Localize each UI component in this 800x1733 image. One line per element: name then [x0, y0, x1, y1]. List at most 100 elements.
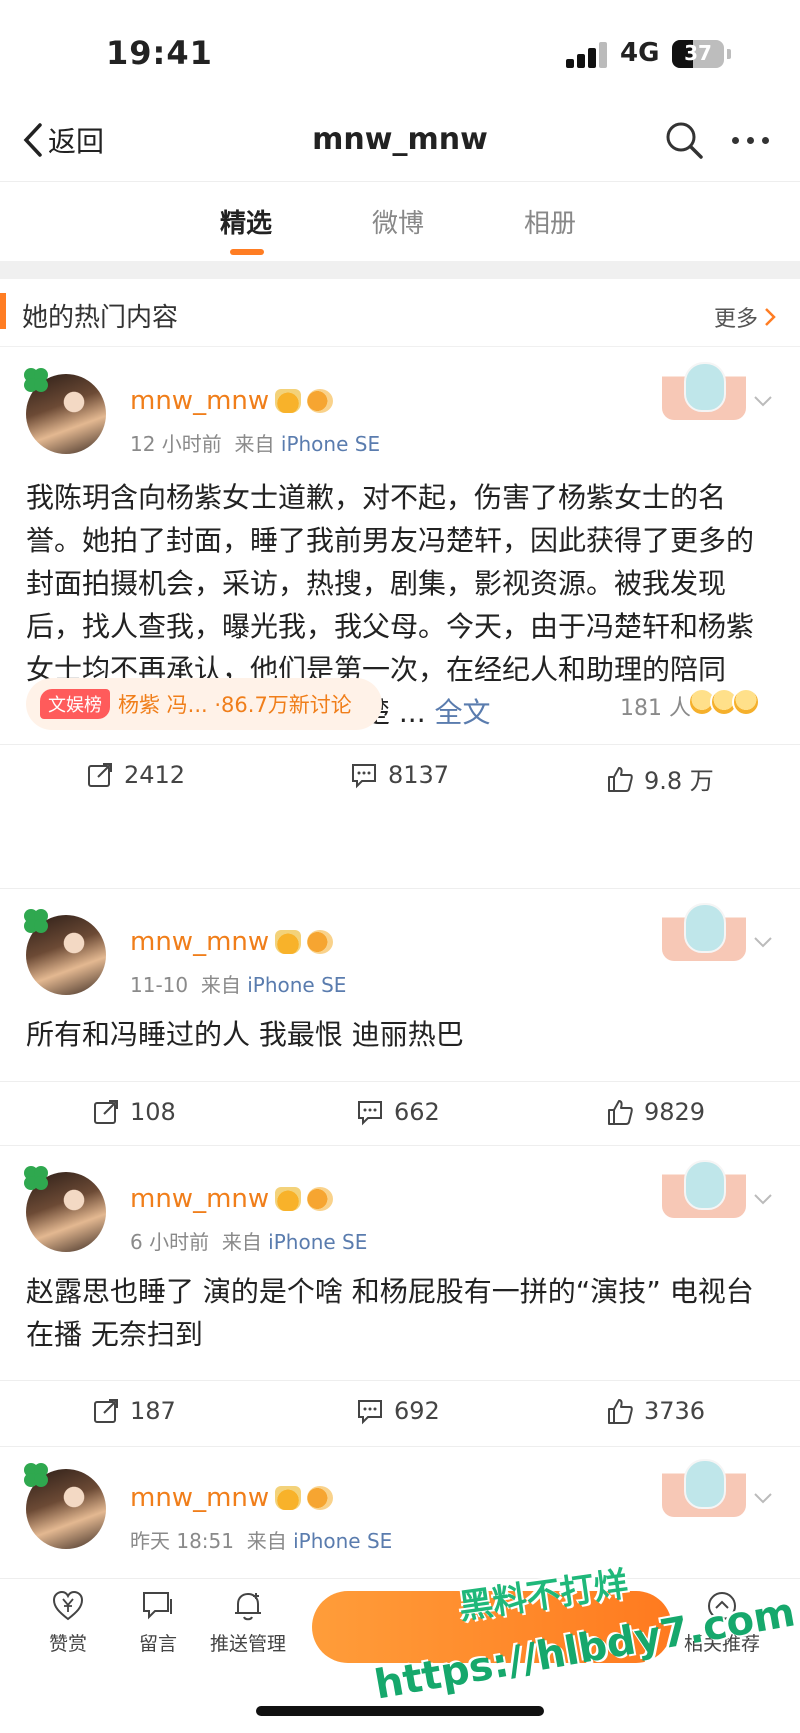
bunny-sticker-icon	[662, 1455, 746, 1517]
bunny-sticker-icon	[662, 899, 746, 961]
reaction-emojis-icon	[688, 688, 760, 716]
crown-badge-icon	[275, 389, 302, 413]
repost-button[interactable]: 2412	[86, 761, 185, 789]
reaction-count: 181 人	[620, 696, 691, 721]
chevron-down-icon[interactable]	[752, 1188, 774, 1210]
post-card[interactable]: mnw_mnw 昨天 18:51 来自 iPhone SE	[0, 1447, 800, 1578]
tab-featured[interactable]: 精选	[220, 203, 272, 240]
post-card[interactable]: mnw_mnw 6 小时前 来自 iPhone SE 赵露思也睡了 演的是个啥 …	[0, 1146, 800, 1446]
more-link[interactable]: 更多	[714, 301, 776, 333]
username-text: mnw_mnw	[130, 386, 270, 416]
post-text: 赵露思也睡了 演的是个啥 和杨屁股有一拼的“演技” 电视台在播 无奈扫到	[26, 1270, 774, 1356]
tab-album[interactable]: 相册	[524, 203, 576, 240]
push-settings-button[interactable]: 推送管理	[198, 1589, 298, 1656]
message-icon	[143, 1592, 172, 1620]
post-source: iPhone SE	[280, 432, 381, 456]
comment-button[interactable]: 8137	[350, 761, 449, 789]
thumbs-up-icon	[608, 1399, 633, 1424]
thumbs-up-icon	[608, 1100, 633, 1125]
profile-tabs: 精选 微博 相册	[0, 183, 800, 261]
post-card[interactable]: mnw_mnw 12 小时前 来自 iPhone SE 我陈玥含向杨紫女士道歉，…	[0, 348, 800, 888]
avatar[interactable]	[24, 1463, 106, 1549]
more-label: 更多	[713, 307, 758, 332]
chevron-down-icon[interactable]	[752, 390, 774, 412]
username-text: mnw_mnw	[130, 927, 270, 957]
hot-tag: 文娱榜	[40, 689, 110, 719]
fish-badge-icon	[307, 389, 334, 413]
clover-icon	[24, 368, 48, 392]
message-button[interactable]: 留言	[108, 1589, 208, 1656]
from-label: 来自	[200, 973, 241, 997]
network-type: 4G	[620, 38, 660, 68]
bunny-sticker-icon	[662, 1156, 746, 1218]
comment-button[interactable]: 662	[356, 1098, 440, 1126]
crown-badge-icon	[275, 930, 302, 954]
username[interactable]: mnw_mnw	[130, 927, 334, 957]
like-button[interactable]: 3736	[606, 1397, 705, 1425]
home-indicator	[256, 1706, 544, 1716]
like-count: 9.8 万	[644, 767, 714, 795]
comment-button[interactable]: 692	[356, 1397, 440, 1425]
comment-icon	[352, 764, 376, 789]
active-tab-indicator	[230, 249, 264, 255]
chevron-down-icon[interactable]	[752, 1487, 774, 1509]
repost-count: 2412	[124, 761, 186, 789]
comment-count: 662	[394, 1098, 440, 1126]
message-label: 留言	[138, 1633, 177, 1655]
username-text: mnw_mnw	[130, 1483, 270, 1513]
post-meta: 11-10 来自 iPhone SE	[130, 969, 346, 998]
post-time: 12 小时前	[130, 432, 222, 456]
from-label: 来自	[221, 1230, 262, 1254]
post-meta: 昨天 18:51 来自 iPhone SE	[130, 1525, 392, 1554]
action-bar: 108 662 9829	[0, 1081, 800, 1145]
repost-button[interactable]: 187	[92, 1397, 176, 1425]
repost-button[interactable]: 108	[92, 1098, 176, 1126]
username-text: mnw_mnw	[130, 1184, 270, 1214]
username[interactable]: mnw_mnw	[130, 1483, 334, 1513]
bunny-sticker-icon	[662, 358, 746, 420]
post-source: iPhone SE	[293, 1529, 393, 1553]
hot-topic-pill[interactable]: 文娱榜 杨紫 冯... ·86.7万新讨论	[26, 678, 382, 730]
search-icon[interactable]	[664, 120, 704, 160]
like-count: 3736	[644, 1397, 706, 1425]
from-label: 来自	[246, 1529, 287, 1553]
push-settings-label: 推送管理	[209, 1633, 286, 1655]
comment-count: 8137	[388, 761, 450, 789]
avatar[interactable]	[24, 909, 106, 995]
like-count: 9829	[644, 1098, 706, 1126]
post-time: 6 小时前	[130, 1230, 210, 1254]
fish-badge-icon	[307, 1187, 334, 1211]
tab-weibo[interactable]: 微博	[372, 203, 424, 240]
share-icon	[88, 763, 112, 787]
like-button[interactable]: 9829	[606, 1098, 705, 1126]
fish-badge-icon	[307, 930, 334, 954]
username[interactable]: mnw_mnw	[130, 1184, 334, 1214]
avatar[interactable]	[24, 1166, 106, 1252]
username[interactable]: mnw_mnw	[130, 386, 334, 416]
avatar[interactable]	[24, 368, 106, 454]
action-bar: 2412 8137 9.8 万	[0, 744, 800, 808]
more-icon[interactable]	[732, 137, 769, 144]
section-accent-bar	[0, 293, 6, 329]
hot-topic-text: 杨紫 冯... ·86.7万新讨论	[118, 693, 352, 717]
signal-icon	[566, 40, 608, 68]
action-bar: 187 692 3736	[0, 1380, 800, 1444]
post-meta: 6 小时前 来自 iPhone SE	[130, 1226, 367, 1255]
chevron-down-icon[interactable]	[752, 931, 774, 953]
chevron-right-icon	[765, 308, 776, 326]
post-body: 所有和冯睡过的人 我最恨 迪丽热巴	[26, 1018, 464, 1051]
post-text: 所有和冯睡过的人 我最恨 迪丽热巴	[26, 1013, 774, 1056]
post-source: iPhone SE	[247, 973, 347, 997]
like-button[interactable]: 9.8 万	[606, 761, 714, 796]
post-card[interactable]: mnw_mnw 11-10 来自 iPhone SE 所有和冯睡过的人 我最恨 …	[0, 889, 800, 1145]
full-text-link[interactable]: 全文	[435, 696, 491, 729]
crown-badge-icon	[275, 1486, 302, 1510]
tip-label: 赞赏	[48, 1633, 87, 1655]
comment-icon	[358, 1101, 382, 1126]
from-label: 来自	[234, 432, 275, 456]
status-time: 19:41	[106, 34, 213, 72]
post-time: 11-10	[130, 973, 189, 997]
nav-bar: 返回 mnw_mnw	[0, 100, 800, 182]
tip-button[interactable]: 赞赏	[18, 1589, 118, 1656]
share-icon	[94, 1399, 118, 1423]
